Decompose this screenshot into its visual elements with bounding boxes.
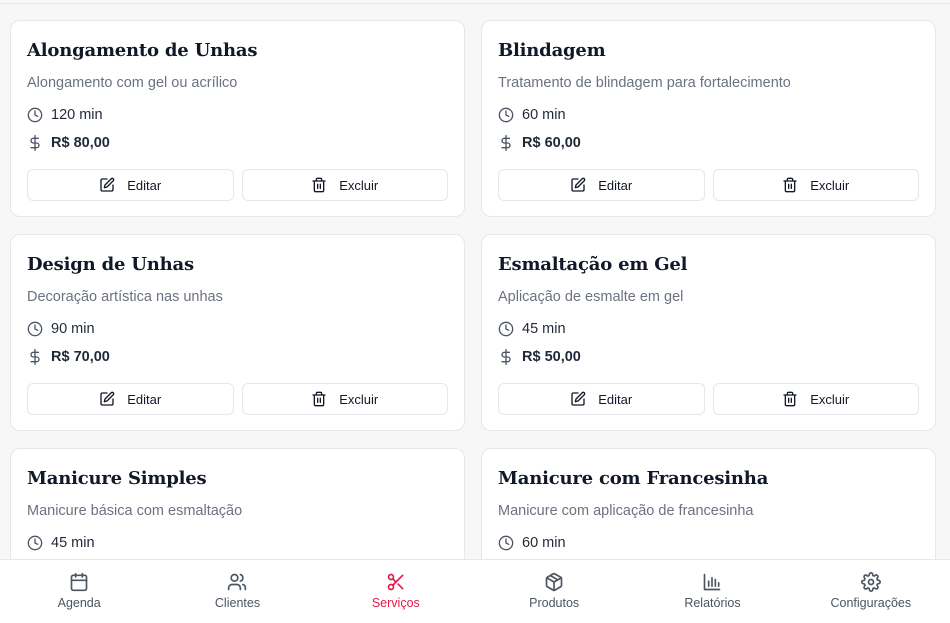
clock-icon <box>27 535 43 551</box>
calendar-icon <box>69 572 89 592</box>
service-duration: 60 min <box>498 105 919 125</box>
nav-item-agenda[interactable]: Agenda <box>0 560 158 623</box>
edit-button-label: Editar <box>598 177 633 193</box>
service-description: Alongamento com gel ou acrílico <box>27 75 238 91</box>
service-title: Manicure Simples <box>27 468 207 489</box>
service-price-value: R$ 80,00 <box>51 135 110 151</box>
edit-icon <box>570 391 586 407</box>
card-actions: Editar Excluir <box>498 169 919 201</box>
edit-button-label: Editar <box>127 391 162 407</box>
clock-icon <box>27 107 43 123</box>
service-title: Design de Unhas <box>27 254 194 275</box>
edit-icon <box>570 177 586 193</box>
nav-item-label: Produtos <box>529 596 580 610</box>
header-divider <box>0 0 950 4</box>
delete-button-label: Excluir <box>339 177 379 193</box>
nav-item-relatorios[interactable]: Relatórios <box>633 560 791 623</box>
service-card: Design de Unhas Decoração artística nas … <box>10 234 465 431</box>
edit-button-label: Editar <box>127 177 162 193</box>
dollar-icon <box>27 349 43 365</box>
clock-icon <box>498 107 514 123</box>
trash-icon <box>782 177 798 193</box>
service-duration-value: 120 min <box>51 107 103 123</box>
card-actions: Editar Excluir <box>498 383 919 415</box>
edit-button[interactable]: Editar <box>498 383 705 415</box>
delete-button[interactable]: Excluir <box>712 169 919 201</box>
service-duration: 45 min <box>498 319 919 339</box>
nav-item-label: Serviços <box>371 596 420 610</box>
trash-icon <box>782 391 798 407</box>
edit-icon <box>99 177 115 193</box>
card-actions: Editar Excluir <box>27 169 448 201</box>
dollar-icon <box>27 135 43 151</box>
trash-icon <box>311 391 327 407</box>
service-duration-value: 45 min <box>51 535 95 551</box>
delete-button-label: Excluir <box>810 177 850 193</box>
clock-icon <box>27 321 43 337</box>
edit-icon <box>99 391 115 407</box>
bottom-nav: Agenda Clientes Serviços Produtos Relató… <box>0 559 950 623</box>
service-duration-value: 60 min <box>522 535 566 551</box>
service-price: R$ 70,00 <box>27 347 448 367</box>
clock-icon <box>498 321 514 337</box>
service-title: Esmaltação em Gel <box>498 254 688 275</box>
service-duration: 120 min <box>27 105 448 125</box>
nav-item-servicos[interactable]: Serviços <box>317 560 475 623</box>
service-title: Alongamento de Unhas <box>27 40 258 61</box>
service-duration-value: 60 min <box>522 107 566 123</box>
service-title: Manicure com Francesinha <box>498 468 769 489</box>
nav-item-label: Clientes <box>214 596 261 610</box>
service-description: Manicure com aplicação de francesinha <box>498 503 754 519</box>
services-grid: Alongamento de Unhas Alongamento com gel… <box>10 20 936 623</box>
service-price: R$ 80,00 <box>27 133 448 153</box>
service-price-value: R$ 60,00 <box>522 135 581 151</box>
clock-icon <box>498 535 514 551</box>
service-card: Esmaltação em Gel Aplicação de esmalte e… <box>481 234 936 431</box>
delete-button[interactable]: Excluir <box>241 383 448 415</box>
edit-button[interactable]: Editar <box>27 169 234 201</box>
service-description: Manicure básica com esmaltação <box>27 503 243 519</box>
package-icon <box>544 572 564 592</box>
service-duration: 45 min <box>27 533 448 553</box>
edit-button[interactable]: Editar <box>498 169 705 201</box>
bar-chart-icon <box>702 572 722 592</box>
service-duration: 90 min <box>27 319 448 339</box>
service-description: Decoração artística nas unhas <box>27 289 223 305</box>
service-price-value: R$ 50,00 <box>522 349 581 365</box>
trash-icon <box>311 177 327 193</box>
service-card: Blindagem Tratamento de blindagem para f… <box>481 20 936 217</box>
edit-button[interactable]: Editar <box>27 383 234 415</box>
nav-item-label: Relatórios <box>684 596 741 610</box>
scissors-icon <box>386 572 406 592</box>
users-icon <box>227 572 247 592</box>
gear-icon <box>860 572 881 592</box>
nav-item-clientes[interactable]: Clientes <box>158 560 316 623</box>
service-duration: 60 min <box>498 533 919 553</box>
service-price-value: R$ 70,00 <box>51 349 110 365</box>
nav-item-label: Agenda <box>57 596 101 610</box>
service-title: Blindagem <box>498 40 606 61</box>
nav-item-label: Configurações <box>830 596 912 610</box>
nav-item-configuracoes[interactable]: Configurações <box>792 560 950 623</box>
edit-button-label: Editar <box>598 391 633 407</box>
card-actions: Editar Excluir <box>27 383 448 415</box>
dollar-icon <box>498 135 514 151</box>
service-duration-value: 90 min <box>51 321 95 337</box>
delete-button-label: Excluir <box>339 391 379 407</box>
service-card: Alongamento de Unhas Alongamento com gel… <box>10 20 465 217</box>
service-price: R$ 60,00 <box>498 133 919 153</box>
delete-button-label: Excluir <box>810 391 850 407</box>
nav-item-produtos[interactable]: Produtos <box>475 560 633 623</box>
service-duration-value: 45 min <box>522 321 566 337</box>
delete-button[interactable]: Excluir <box>241 169 448 201</box>
service-description: Aplicação de esmalte em gel <box>498 289 684 305</box>
service-description: Tratamento de blindagem para fortalecime… <box>498 75 791 91</box>
service-price: R$ 50,00 <box>498 347 919 367</box>
delete-button[interactable]: Excluir <box>712 383 919 415</box>
dollar-icon <box>498 349 514 365</box>
